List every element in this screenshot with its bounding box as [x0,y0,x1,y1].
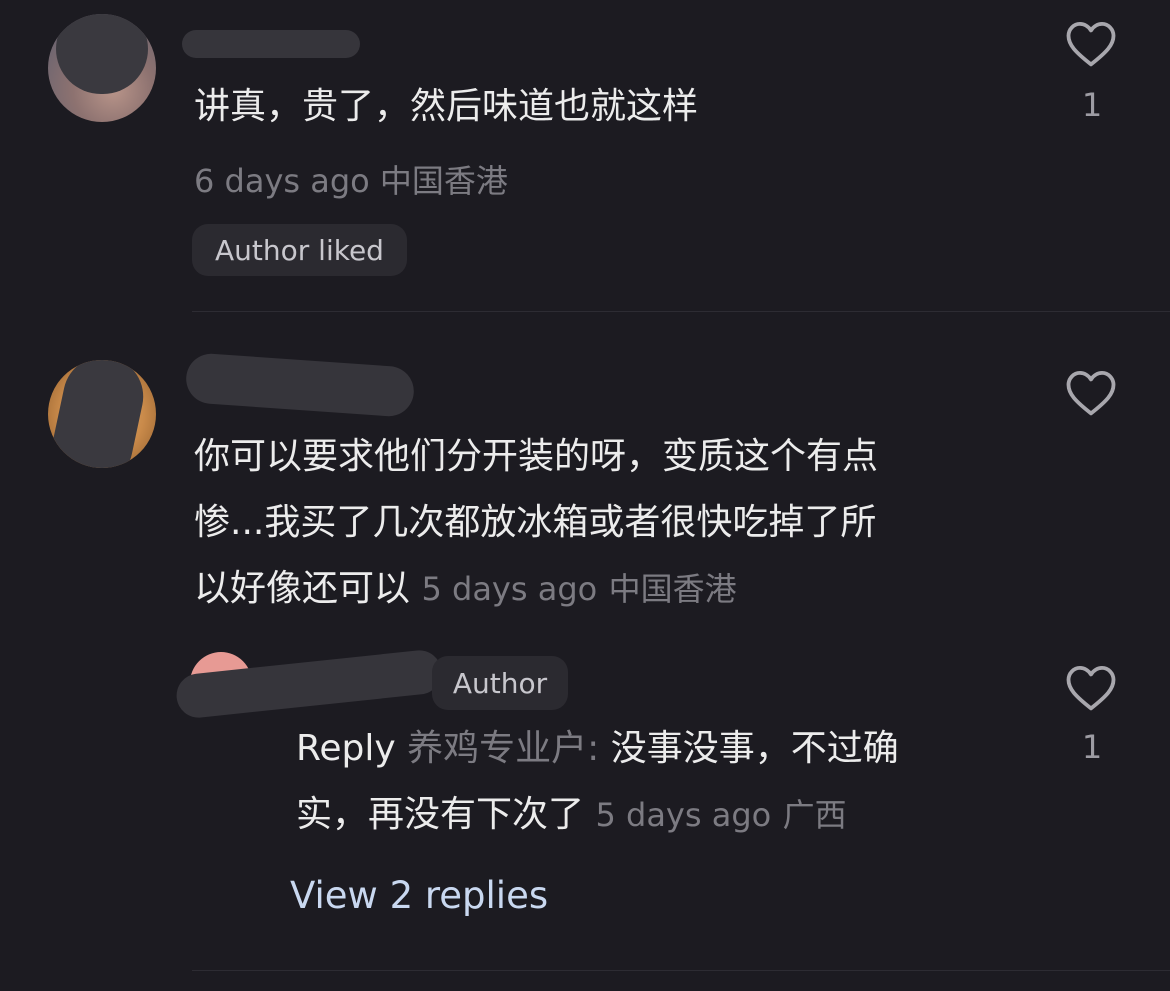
like-count: 1 [1081,86,1103,124]
heart-outline-icon[interactable] [1064,367,1118,417]
reply-line: 实，再没有下次了 5 days ago 广西 [296,782,899,848]
like-count: 1 [1081,728,1103,766]
comment-text-line: 以好像还可以 [194,568,411,609]
reply-text: Reply 养鸡专业户: 没事没事，不过确 实，再没有下次了 5 days ag… [296,716,899,848]
divider [192,311,1170,312]
comment-text-line: 你可以要求他们分开装的呀，变质这个有点 [194,436,879,477]
reply-text-line: 实，再没有下次了 [296,794,585,835]
comment-time: 5 days ago [421,570,598,608]
username-redacted [184,352,416,418]
reply-text-line: 没事没事，不过确 [610,728,899,769]
comment-location: 中国香港 [608,570,737,608]
heart-outline-icon[interactable] [1064,18,1118,68]
reply-word: Reply [296,728,396,769]
comment-text-line-with-meta: 以好像还可以 5 days ago 中国香港 [194,556,878,622]
comment-text: 讲真，贵了，然后味道也就这样 [194,86,699,127]
reply-line: Reply 养鸡专业户: 没事没事，不过确 [296,716,899,782]
heart-outline-icon[interactable] [1064,662,1118,712]
comment-text-line: 惨...我买了几次都放冰箱或者很快吃掉了所 [194,502,877,543]
author-badge: Author [432,656,568,710]
view-replies-link[interactable]: View 2 replies [290,874,548,917]
comment-location: 中国香港 [379,162,508,200]
reply-target[interactable]: 养鸡专业户: [407,728,599,769]
avatar[interactable] [48,14,156,122]
comment-time: 6 days ago [194,162,370,200]
username-redacted [182,30,360,58]
reply-time: 5 days ago [595,796,772,834]
comment-meta: 6 days ago 中国香港 [194,156,508,202]
author-liked-badge: Author liked [192,224,407,276]
divider [192,970,1170,971]
avatar[interactable] [48,360,156,468]
reply-location: 广西 [782,796,847,834]
comment-text: 你可以要求他们分开装的呀，变质这个有点 惨...我买了几次都放冰箱或者很快吃掉了… [194,424,878,622]
